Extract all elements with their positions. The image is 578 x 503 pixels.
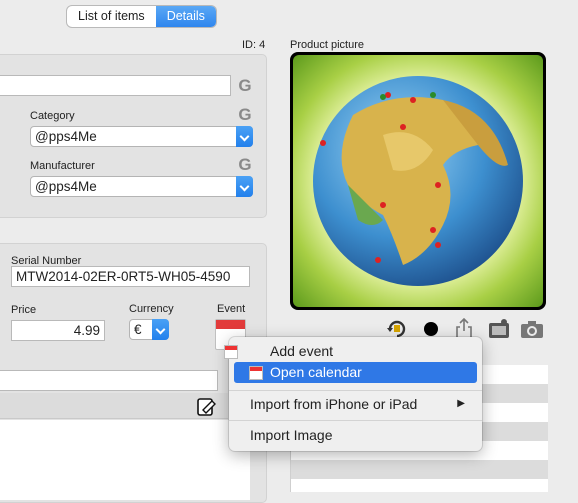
price-label: Price bbox=[11, 304, 37, 316]
menu-separator bbox=[229, 420, 482, 421]
globe-image bbox=[313, 76, 523, 286]
currency-select[interactable]: € bbox=[129, 319, 169, 340]
serial-number-field[interactable]: MTW2014-02ER-0RT5-WH05-4590 bbox=[11, 266, 250, 287]
event-label: Event bbox=[217, 303, 246, 315]
item-id-label: ID: 4 bbox=[242, 39, 266, 51]
product-picture bbox=[293, 55, 543, 307]
calendar-icon bbox=[249, 366, 263, 380]
manufacturer-value: @pps4Me bbox=[35, 179, 97, 194]
menu-item-label: Add event bbox=[270, 343, 334, 359]
name-field[interactable] bbox=[0, 75, 231, 96]
menu-item-import-image[interactable]: Import Image bbox=[234, 425, 477, 446]
manufacturer-label: Manufacturer bbox=[30, 160, 95, 172]
menu-separator bbox=[229, 390, 482, 391]
google-search-icon[interactable]: G bbox=[237, 156, 253, 173]
category-value: @pps4Me bbox=[35, 129, 97, 144]
menu-item-open-calendar[interactable]: Open calendar bbox=[234, 362, 477, 383]
category-select[interactable]: @pps4Me bbox=[30, 126, 253, 147]
photo-library-icon[interactable] bbox=[487, 318, 511, 340]
menu-item-import-from-iphone[interactable]: Import from iPhone or iPad ▶ bbox=[234, 394, 477, 415]
tab-list-of-items[interactable]: List of items bbox=[67, 6, 156, 27]
menu-item-add-event[interactable]: Add event bbox=[224, 341, 477, 362]
table-row bbox=[291, 460, 548, 479]
price-field[interactable]: 4.99 bbox=[11, 320, 105, 341]
submenu-arrow-icon: ▶ bbox=[457, 398, 465, 409]
product-picture-label: Product picture bbox=[290, 39, 364, 51]
color-dot-icon[interactable] bbox=[424, 322, 438, 336]
notes-toolbar bbox=[0, 393, 228, 419]
edit-note-icon[interactable] bbox=[197, 398, 217, 417]
manufacturer-select[interactable]: @pps4Me bbox=[30, 176, 253, 197]
menu-item-label: Import Image bbox=[250, 427, 333, 443]
context-menu: Add event Open calendar Import from iPho… bbox=[224, 337, 482, 451]
notes-field[interactable] bbox=[0, 370, 218, 391]
chevron-down-icon bbox=[152, 319, 169, 340]
google-search-icon[interactable]: G bbox=[237, 106, 253, 123]
chevron-down-icon bbox=[236, 176, 253, 197]
currency-value: € bbox=[134, 322, 142, 337]
category-label: Category bbox=[30, 110, 75, 122]
menu-item-label: Open calendar bbox=[270, 364, 362, 380]
tab-details[interactable]: Details bbox=[155, 6, 216, 27]
google-search-icon[interactable]: G bbox=[237, 77, 253, 94]
calendar-header bbox=[216, 320, 245, 329]
product-picture-frame[interactable] bbox=[290, 52, 546, 310]
notes-area[interactable] bbox=[0, 420, 250, 500]
calendar-icon bbox=[224, 345, 238, 359]
currency-label: Currency bbox=[129, 303, 174, 315]
view-segmented-control: List of items Details bbox=[67, 6, 216, 27]
chevron-down-icon bbox=[236, 126, 253, 147]
menu-item-label: Import from iPhone or iPad bbox=[250, 396, 418, 412]
camera-icon[interactable] bbox=[520, 318, 544, 340]
